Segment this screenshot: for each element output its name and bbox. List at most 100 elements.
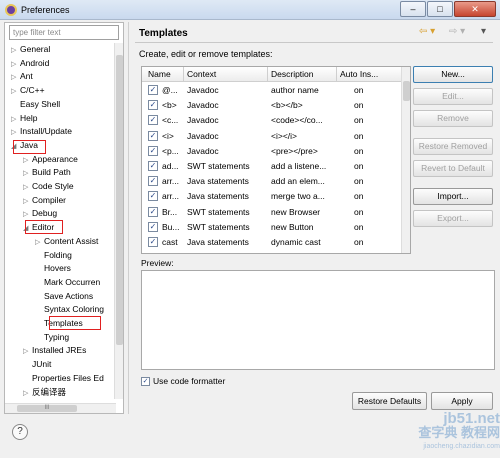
table-row[interactable]: ✓ <b> Javadoc <b></b> on: [142, 98, 402, 113]
import-button[interactable]: Import...: [413, 188, 493, 205]
tree-item[interactable]: ▷ 反编译器: [23, 386, 66, 399]
code-formatter-option[interactable]: ✓ Use code formatter: [141, 376, 225, 387]
tree-item[interactable]: ▷ Install/Update: [11, 125, 72, 138]
tree-item[interactable]: ▷ Help: [11, 112, 37, 125]
tree-item[interactable]: Properties Files Ed: [23, 372, 104, 385]
table-row[interactable]: ✓ @... Javadoc author name on: [142, 83, 402, 98]
export-button[interactable]: Export...: [413, 210, 493, 227]
table-row[interactable]: ✓ ad... SWT statements add a listene... on: [142, 159, 402, 174]
cell-auto-insert: on: [354, 161, 364, 171]
expand-twisty-icon[interactable]: ▷: [23, 154, 32, 167]
table-row[interactable]: ✓ <c... Javadoc <code></co... on: [142, 113, 402, 128]
expand-twisty-icon[interactable]: ▷: [11, 113, 20, 126]
tree-item-label: Syntax Coloring: [44, 304, 105, 315]
restore-removed-button[interactable]: Restore Removed: [413, 138, 493, 155]
checkbox[interactable]: ✓: [141, 377, 150, 387]
column-divider: [183, 67, 184, 82]
tree-item[interactable]: Hovers: [35, 262, 71, 275]
table-scrollbar[interactable]: [401, 67, 410, 253]
expand-twisty-icon[interactable]: ▷: [23, 181, 32, 194]
expand-twisty-icon[interactable]: ▷: [35, 236, 44, 249]
tree-item-label: Folding: [44, 249, 72, 260]
enabled-checkbox[interactable]: ✓: [148, 191, 158, 202]
tree-item[interactable]: ▷ Debug: [23, 207, 57, 220]
table-row[interactable]: ✓ <p... Javadoc <pre></pre> on: [142, 144, 402, 159]
tree-item[interactable]: ▷ Appearance: [23, 153, 78, 166]
tree-item[interactable]: Mark Occurren: [35, 276, 100, 289]
column-header-auto-insert[interactable]: Auto Ins...: [340, 69, 378, 79]
tree-item[interactable]: Easy Shell: [11, 98, 60, 111]
tree-horizontal-scrollbar[interactable]: III: [5, 403, 116, 413]
remove-button[interactable]: Remove: [413, 110, 493, 127]
cell-name: cast: [162, 237, 178, 247]
tree-item[interactable]: ▷ Installed JREs: [23, 344, 86, 357]
window-title: Preferences: [21, 5, 70, 15]
tree-item[interactable]: ▷ General: [11, 43, 50, 56]
preview-area[interactable]: [141, 270, 495, 370]
enabled-checkbox[interactable]: ✓: [148, 85, 158, 95]
help-icon[interactable]: ?: [12, 424, 28, 440]
cell-name: <i>: [162, 130, 174, 141]
cell-context: Java statements: [187, 191, 249, 202]
table-row[interactable]: ✓ arr... Java statements add an elem... on: [142, 174, 402, 189]
panel-sash[interactable]: [128, 22, 129, 414]
expand-twisty-icon[interactable]: ▷: [23, 195, 32, 208]
column-header-description[interactable]: Description: [271, 69, 314, 79]
cell-name: <b>: [162, 100, 177, 111]
tree-item[interactable]: Save Actions: [35, 290, 93, 303]
scroll-thumb[interactable]: [116, 55, 123, 345]
tree-item[interactable]: Folding: [35, 249, 72, 262]
table-row[interactable]: ✓ <i> Javadoc <i></i> on: [142, 129, 402, 144]
enabled-checkbox[interactable]: ✓: [148, 237, 158, 247]
filter-input[interactable]: type filter text: [9, 25, 119, 40]
edit-button[interactable]: Edit...: [413, 88, 493, 105]
enabled-checkbox[interactable]: ✓: [148, 115, 158, 126]
tree-item[interactable]: ▷ Code Style: [23, 180, 74, 193]
tree-item[interactable]: JUnit: [23, 358, 51, 371]
expand-twisty-icon[interactable]: ▷: [11, 126, 20, 139]
forward-arrow-icon[interactable]: ⇨ ▾: [449, 26, 465, 37]
view-menu-icon[interactable]: ▾: [481, 26, 486, 37]
enabled-checkbox[interactable]: ✓: [148, 206, 158, 217]
expand-twisty-icon[interactable]: ▷: [11, 58, 20, 71]
revert-default-button[interactable]: Revert to Default: [413, 160, 493, 177]
expand-twisty-icon[interactable]: ▷: [23, 345, 32, 358]
tree-item[interactable]: ▷ Ant: [11, 70, 33, 83]
tree-item[interactable]: Typing: [35, 331, 69, 344]
tree-item-label: Appearance: [32, 153, 78, 164]
table-row[interactable]: ✓ cast Java statements dynamic cast on: [142, 235, 402, 250]
restore-defaults-button[interactable]: Restore Defaults: [352, 392, 427, 410]
table-row[interactable]: ✓ Br... SWT statements new Browser on: [142, 205, 402, 220]
tree-item-label: General: [20, 44, 51, 54]
table-row[interactable]: ✓ arr... Java statements merge two a... on: [142, 189, 402, 204]
expand-twisty-icon[interactable]: ▷: [23, 167, 32, 180]
expand-twisty-icon[interactable]: ▷: [23, 387, 32, 400]
tree-item[interactable]: Syntax Coloring: [35, 303, 104, 316]
tree-item[interactable]: ▷ C/C++: [11, 84, 45, 97]
maximize-button[interactable]: □: [427, 1, 453, 17]
minimize-button[interactable]: –: [400, 1, 426, 17]
enabled-checkbox[interactable]: ✓: [148, 100, 158, 111]
enabled-checkbox[interactable]: ✓: [148, 161, 158, 171]
close-button[interactable]: ✕: [454, 1, 496, 17]
expand-twisty-icon[interactable]: ▷: [11, 71, 20, 84]
tree-vertical-scrollbar[interactable]: [114, 43, 123, 399]
tree-item[interactable]: ▷ Compiler: [23, 194, 66, 207]
new-button[interactable]: New...: [413, 66, 493, 83]
expand-twisty-icon[interactable]: ▷: [11, 85, 20, 98]
tree-item[interactable]: ▷ Build Path: [23, 166, 71, 179]
back-arrow-icon[interactable]: ⇦ ▾: [419, 26, 435, 37]
table-row[interactable]: ✓ Bu... SWT statements new Button on: [142, 220, 402, 235]
tree-item[interactable]: ▷ Content Assist: [35, 235, 98, 248]
apply-button[interactable]: Apply: [431, 392, 493, 410]
column-header-context[interactable]: Context: [187, 69, 216, 79]
enabled-checkbox[interactable]: ✓: [148, 145, 158, 156]
enabled-checkbox[interactable]: ✓: [148, 130, 158, 141]
expand-twisty-icon[interactable]: ▷: [11, 44, 20, 57]
tree-item[interactable]: ▷ Android: [11, 57, 49, 70]
enabled-checkbox[interactable]: ✓: [148, 176, 158, 187]
enabled-checkbox[interactable]: ✓: [148, 221, 158, 232]
column-header-name[interactable]: Name: [148, 69, 171, 79]
scroll-thumb[interactable]: III: [17, 405, 77, 412]
scroll-thumb[interactable]: [403, 81, 410, 101]
